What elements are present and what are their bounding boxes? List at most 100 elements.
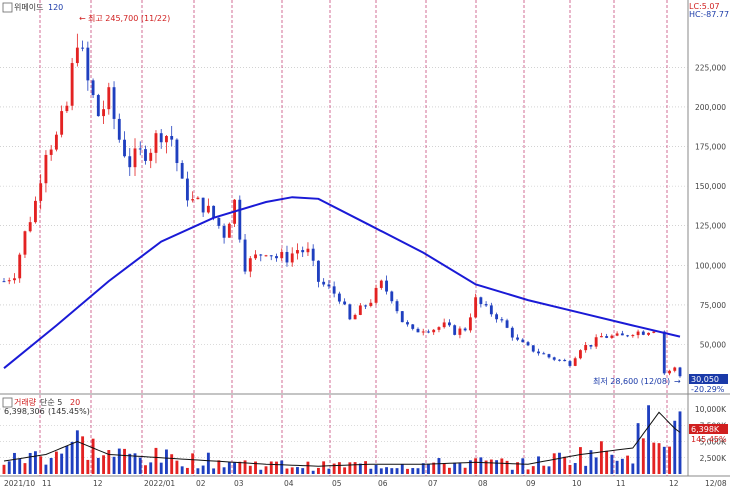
candle-body (510, 327, 514, 338)
candle-body (23, 231, 27, 255)
candle-body (537, 351, 540, 354)
candle-body (589, 345, 593, 347)
high-marker-arrow: ← (79, 14, 86, 23)
volume-bar (631, 463, 635, 474)
volume-bar (28, 452, 32, 474)
candle-body (521, 339, 525, 343)
candle-body (489, 305, 493, 315)
candle-body (7, 280, 11, 282)
candle-body (479, 297, 483, 305)
candle-body (668, 370, 671, 374)
volume-bar (510, 469, 514, 474)
volume-bar (196, 468, 200, 474)
volume-bar (238, 461, 242, 474)
volume-bar (662, 446, 666, 474)
candle-body (395, 301, 399, 312)
candle-body (547, 354, 551, 358)
candle-body (170, 136, 174, 140)
volume-bar (311, 470, 315, 474)
volume-bar (248, 465, 252, 474)
volume-bar (227, 462, 231, 474)
candle-body (332, 286, 336, 294)
candle-body (117, 118, 121, 140)
candle-body (159, 133, 163, 143)
candle-body (96, 95, 100, 117)
candle-body (516, 337, 519, 340)
candle-body (301, 250, 305, 253)
candle-body (248, 258, 252, 272)
price-tick-label: 125,000 (695, 222, 726, 231)
candle-body (526, 342, 530, 346)
volume-bar (337, 462, 341, 474)
candle-body (34, 200, 37, 223)
volume-bar (175, 460, 179, 474)
chart-title: 위메이드 (14, 2, 43, 12)
volume-bar (75, 430, 79, 474)
volume-bar (275, 461, 278, 474)
volume-bar (353, 462, 357, 474)
volume-bar (159, 462, 163, 474)
volume-bar (306, 461, 310, 474)
candle-body (500, 319, 504, 321)
candle-body (673, 367, 677, 371)
volume-bar (531, 466, 535, 474)
candle-body (217, 217, 221, 226)
volume-bar (599, 441, 603, 474)
volume-bar (594, 457, 598, 474)
volume-bar (605, 450, 609, 474)
volume-settings-icon[interactable] (2, 397, 13, 408)
volume-bar (400, 464, 404, 474)
candle-body (568, 361, 572, 366)
candle-body (453, 325, 457, 335)
candle-body (594, 337, 598, 347)
volume-bar (652, 442, 656, 474)
volume-bar (269, 461, 273, 474)
candle-body (474, 297, 478, 318)
candle-body (411, 324, 415, 329)
volume-bar (374, 464, 378, 474)
volume-bar (96, 457, 100, 474)
volume-bar (668, 446, 671, 474)
volume-bar (170, 454, 174, 474)
candle-body (269, 255, 273, 257)
volume-info: 6,398,306 (4, 407, 45, 416)
volume-bar (18, 458, 22, 474)
candle-body (406, 322, 409, 325)
volume-bar (128, 453, 132, 474)
volume-bar (615, 460, 619, 474)
candle-body (86, 47, 90, 81)
volume-bar (327, 468, 331, 474)
candle-body (636, 331, 640, 336)
hc-label: HC:-87.77 (689, 10, 729, 19)
candle-body (306, 248, 310, 253)
volume-bar (86, 459, 90, 474)
x-tick-label: 2022/01 (144, 479, 175, 488)
volume-bar (138, 457, 142, 474)
volume-bar (117, 448, 121, 474)
candle-body (327, 284, 331, 287)
volume-bar (568, 464, 572, 474)
volume-bar (290, 467, 294, 474)
candle-body (296, 250, 299, 254)
volume-bar (154, 447, 158, 474)
volume-bar (437, 458, 441, 474)
volume-bar (406, 468, 409, 474)
candle-body (138, 148, 142, 150)
candle-body (343, 301, 347, 305)
volume-title: 거래량 (14, 397, 37, 407)
stock-chart: 225,000 200,000 175,000 150,000 125,000 100,0… (0, 0, 730, 489)
volume-bar (23, 463, 27, 474)
volume-bar (626, 455, 630, 474)
candle-body (615, 333, 619, 336)
volume-bar (222, 467, 226, 474)
candle-body (144, 149, 147, 161)
candle-body (201, 197, 205, 213)
volume-bar (537, 456, 540, 474)
candle-body (180, 163, 184, 179)
settings-icon[interactable] (2, 2, 13, 13)
candle-body (573, 358, 577, 366)
volume-bar (259, 469, 263, 474)
volume-bar (463, 467, 467, 474)
candle-body (647, 332, 650, 335)
volume-bar (495, 460, 499, 474)
